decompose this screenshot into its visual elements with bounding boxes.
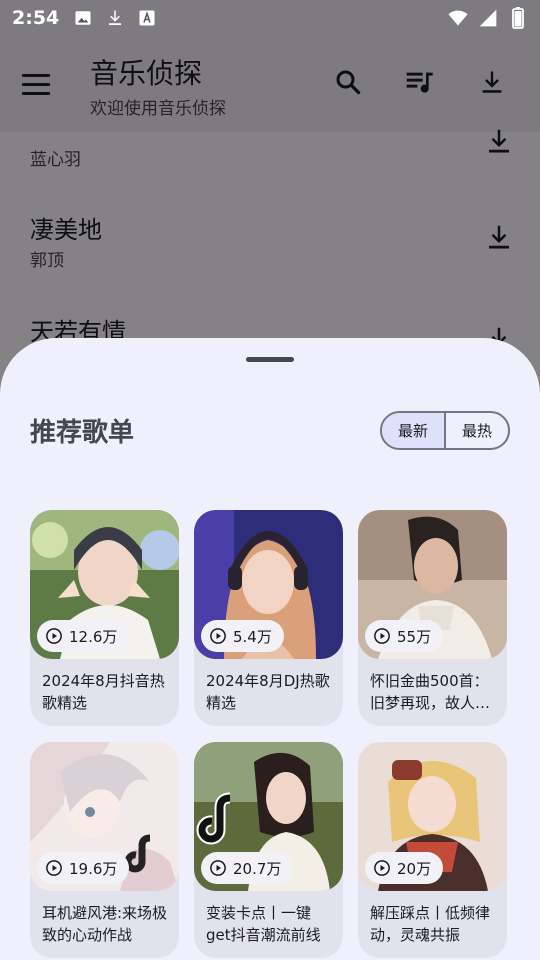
play-count-badge: 55万 [365, 620, 444, 652]
playlist-card[interactable]: 19.6万 耳机避风港:来场极致的心动作战 [30, 742, 179, 958]
wifi-icon [448, 8, 468, 28]
playlist-title: 耳机避风港:来场极致的心动作战 [42, 904, 168, 944]
font-icon [137, 8, 157, 28]
battery-icon [508, 7, 528, 29]
playlist-title: 解压踩点丨低频律动，灵魂共振 [370, 904, 491, 944]
play-count: 12.6万 [69, 627, 118, 646]
image-icon [73, 8, 93, 28]
playlist-title: 变装卡点丨一键get抖音潮流前线 [206, 904, 321, 944]
playlist-title: 怀旧金曲500首：旧梦再现，故人… [370, 672, 491, 712]
segment-hottest[interactable]: 最热 [446, 413, 508, 448]
signal-icon [478, 8, 498, 28]
playlist-cover: 5.4万 [194, 510, 343, 659]
sheet-title: 推荐歌单 [30, 418, 135, 448]
status-bar: 2:54 [0, 0, 540, 36]
playlist-card[interactable]: 20.7万 变装卡点丨一键get抖音潮流前线 [194, 742, 343, 958]
play-count: 55万 [397, 627, 432, 646]
playlist-title: 2024年8月DJ热歌精选 [206, 672, 330, 712]
recommended-playlists-sheet: 推荐歌单 最新 最热 12.6万 2024年8月抖音热歌精选 5.4万 2024… [0, 338, 540, 960]
drag-handle[interactable] [246, 357, 294, 362]
play-circle-icon [46, 628, 62, 644]
play-circle-icon [210, 860, 226, 876]
playlist-cover: 55万 [358, 510, 507, 659]
sort-segmented-button: 最新 最热 [380, 411, 510, 450]
playlist-grid: 12.6万 2024年8月抖音热歌精选 5.4万 2024年8月DJ热歌精选 5… [30, 510, 510, 958]
play-circle-icon [374, 628, 390, 644]
play-count-badge: 19.6万 [37, 852, 130, 884]
status-time: 2:54 [12, 7, 60, 29]
playlist-cover: 20.7万 [194, 742, 343, 891]
segment-newest[interactable]: 最新 [382, 413, 446, 448]
playlist-card[interactable]: 5.4万 2024年8月DJ热歌精选 [194, 510, 343, 726]
download-icon [105, 8, 125, 28]
play-circle-icon [46, 860, 62, 876]
play-count: 19.6万 [69, 859, 118, 878]
play-count-badge: 5.4万 [201, 620, 284, 652]
play-count-badge: 12.6万 [37, 620, 130, 652]
play-count-badge: 20万 [365, 852, 444, 884]
playlist-cover: 20万 [358, 742, 507, 891]
playlist-title: 2024年8月抖音热歌精选 [42, 672, 165, 712]
play-circle-icon [210, 628, 226, 644]
playlist-card[interactable]: 12.6万 2024年8月抖音热歌精选 [30, 510, 179, 726]
play-count: 5.4万 [233, 627, 272, 646]
playlist-cover: 12.6万 [30, 510, 179, 659]
playlist-card[interactable]: 20万 解压踩点丨低频律动，灵魂共振 [358, 742, 507, 958]
play-count: 20万 [397, 859, 432, 878]
playlist-cover: 19.6万 [30, 742, 179, 891]
play-count: 20.7万 [233, 859, 282, 878]
play-count-badge: 20.7万 [201, 852, 294, 884]
play-circle-icon [374, 860, 390, 876]
playlist-card[interactable]: 55万 怀旧金曲500首：旧梦再现，故人… [358, 510, 507, 726]
